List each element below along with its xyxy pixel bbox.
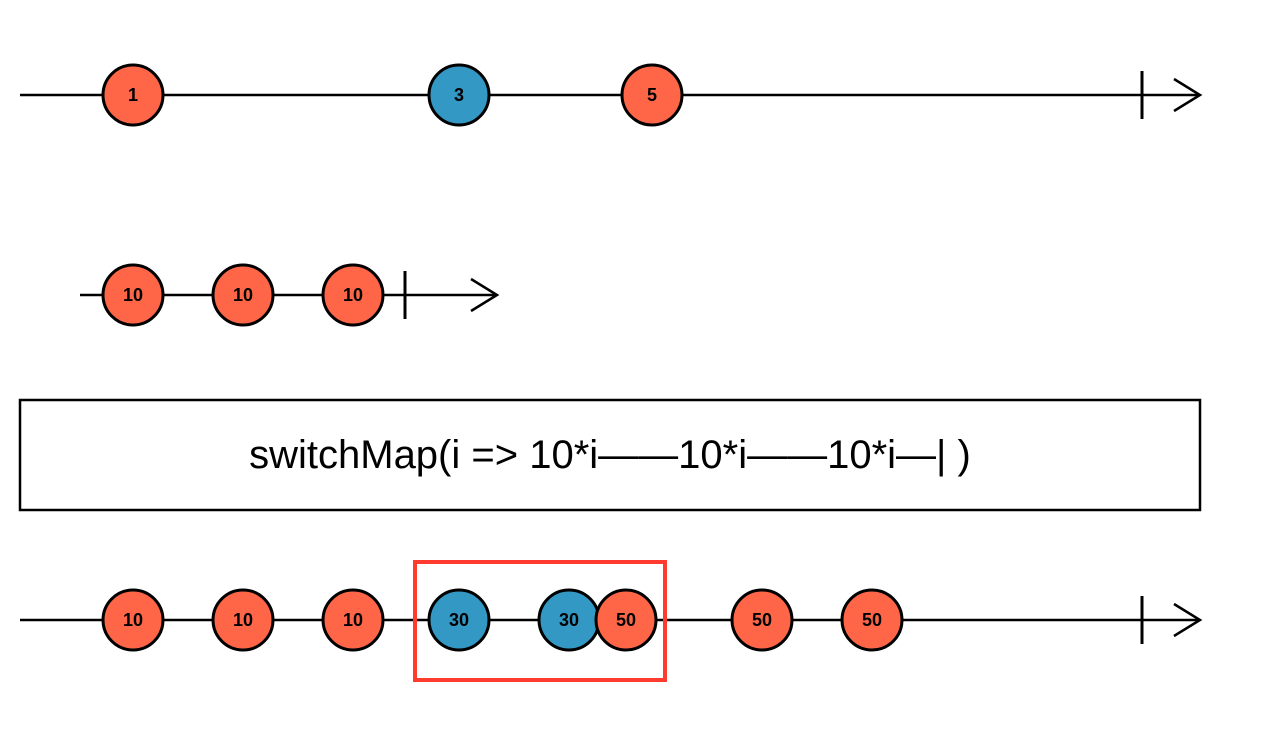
marble-30: 30	[539, 590, 599, 650]
marble-3: 3	[429, 65, 489, 125]
source-timeline: 1 3 5	[20, 65, 1200, 125]
marble-label: 50	[752, 610, 772, 630]
marble-label: 50	[862, 610, 882, 630]
marble-10: 10	[213, 265, 273, 325]
marble-label: 1	[128, 85, 138, 105]
marble-label: 3	[454, 85, 464, 105]
marble-50: 50	[842, 590, 902, 650]
marble-label: 10	[233, 610, 253, 630]
marble-10: 10	[213, 590, 273, 650]
marble-50: 50	[732, 590, 792, 650]
marble-10: 10	[323, 265, 383, 325]
marble-label: 10	[123, 285, 143, 305]
marble-label: 10	[343, 285, 363, 305]
marble-label: 5	[647, 85, 657, 105]
marble-10: 10	[323, 590, 383, 650]
marble-label: 10	[343, 610, 363, 630]
marble-label: 10	[233, 285, 253, 305]
operator-label: switchMap(i => 10*i——10*i——10*i—| )	[249, 433, 971, 477]
marble-10: 10	[103, 590, 163, 650]
inner-timeline: 10 10 10	[80, 265, 497, 325]
marble-label: 50	[616, 610, 636, 630]
marble-diagram: 1 3 5 10 10 10 switchMap(i => 10*i——10*i——10*i…	[0, 0, 1280, 740]
marble-30: 30	[429, 590, 489, 650]
marble-label: 30	[449, 610, 469, 630]
marble-5: 5	[622, 65, 682, 125]
marble-label: 30	[559, 610, 579, 630]
marble-label: 10	[123, 610, 143, 630]
marble-50: 50	[596, 590, 656, 650]
marble-1: 1	[103, 65, 163, 125]
marble-10: 10	[103, 265, 163, 325]
